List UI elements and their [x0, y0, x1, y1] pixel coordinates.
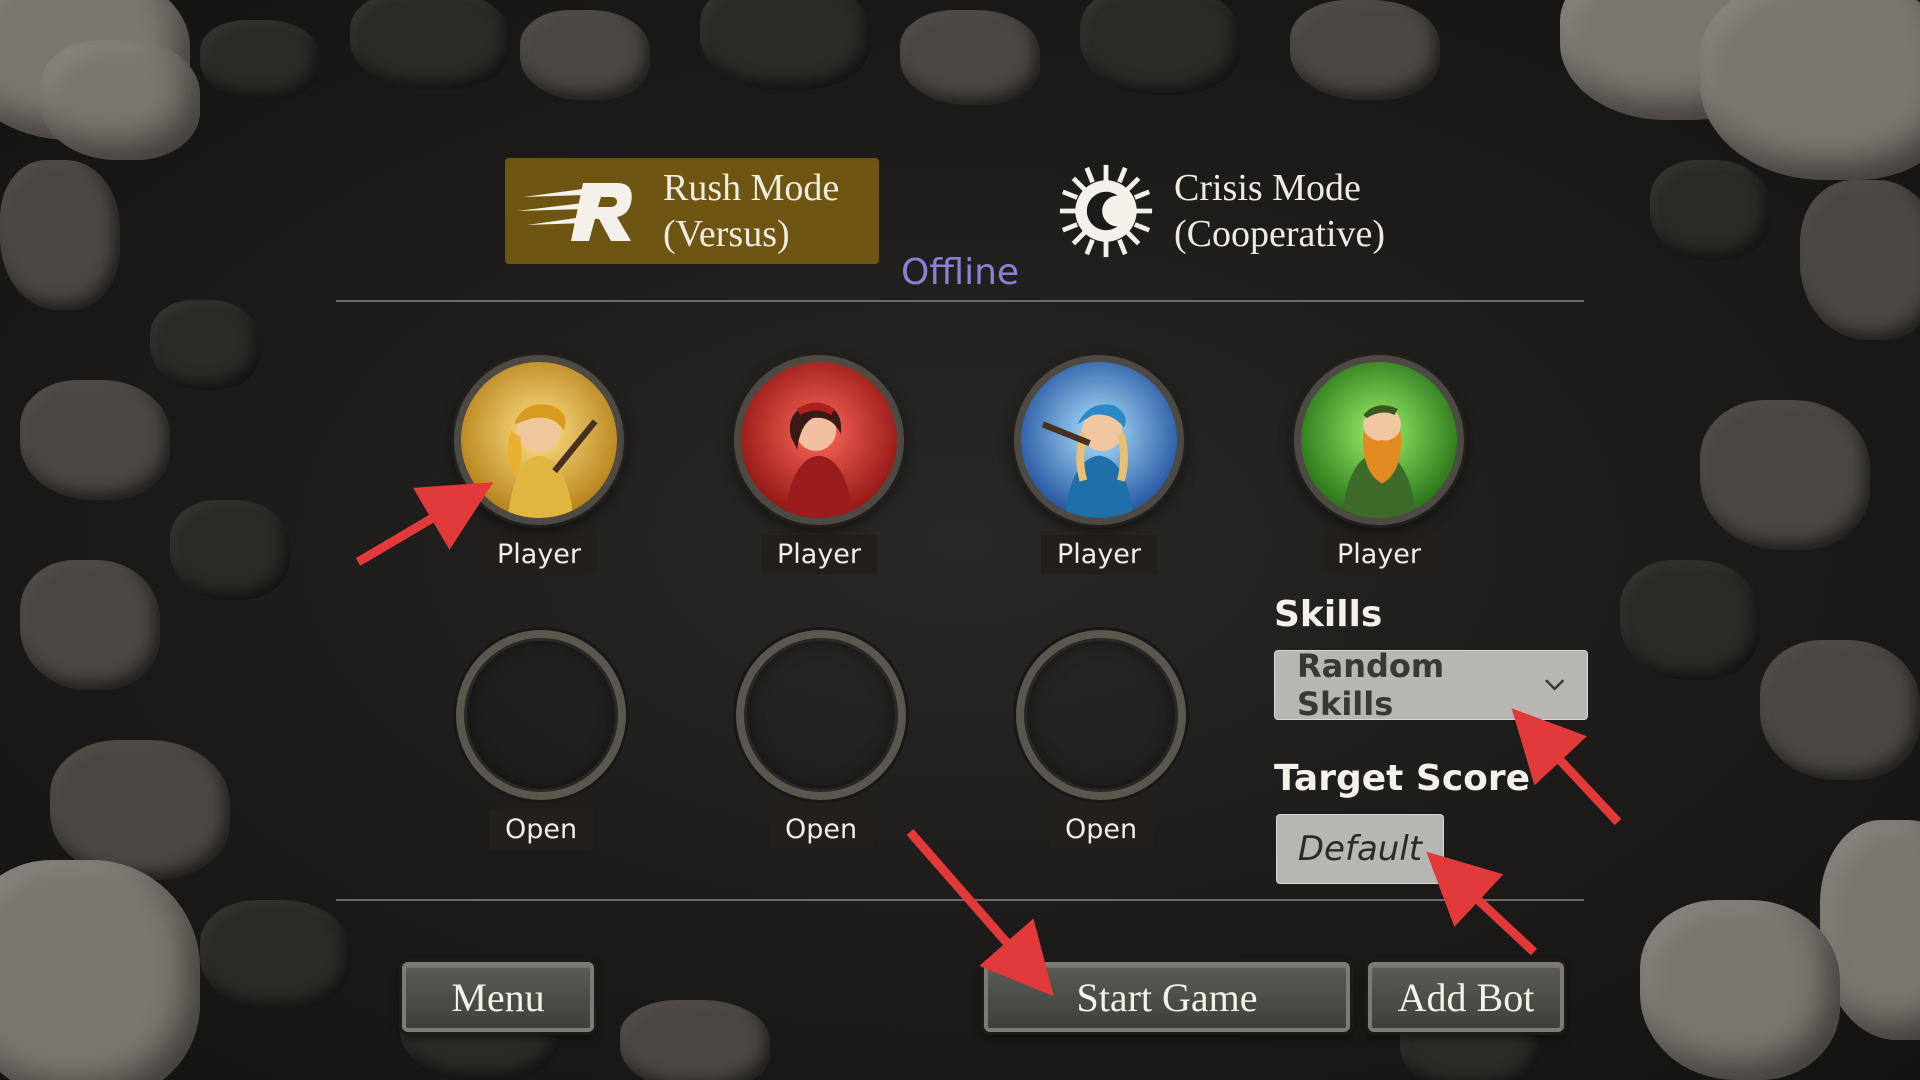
player-slot-3-label: Player [1040, 535, 1158, 574]
target-score-field[interactable]: Default [1276, 814, 1444, 884]
open-slot-3-label: Open [1048, 810, 1154, 849]
empty-slot-ring[interactable] [456, 630, 626, 800]
rush-mode-option[interactable]: Rush Mode (Versus) [505, 158, 879, 264]
skills-heading: Skills [1274, 594, 1383, 635]
player-slot-4[interactable]: Player [1289, 355, 1469, 574]
rush-mode-label: Rush Mode (Versus) [663, 167, 840, 255]
open-slot-1-label: Open [488, 810, 594, 849]
open-slot-2[interactable]: Open [731, 630, 911, 849]
open-slot-1[interactable]: Open [451, 630, 631, 849]
player-slot-1[interactable]: Player [449, 355, 629, 574]
player-slot-1-label: Player [480, 535, 598, 574]
add-bot-button[interactable]: Add Bot [1368, 962, 1564, 1032]
target-score-value: Default [1297, 829, 1423, 869]
menu-button[interactable]: Menu [402, 962, 594, 1032]
skills-dropdown-value: Random Skills [1297, 647, 1445, 723]
empty-slot-ring[interactable] [1016, 630, 1186, 800]
player-slot-4-label: Player [1320, 535, 1438, 574]
player-slot-2-label: Player [760, 535, 878, 574]
crisis-mode-label: Crisis Mode (Cooperative) [1174, 167, 1386, 255]
crisis-mode-icon [1059, 164, 1153, 258]
empty-slot-ring[interactable] [736, 630, 906, 800]
yellow-miner-avatar-icon [461, 362, 617, 518]
blue-miner-avatar-icon [1021, 362, 1177, 518]
start-game-button[interactable]: Start Game [984, 962, 1350, 1032]
bottom-divider [336, 899, 1584, 901]
player-portrait-red[interactable] [734, 355, 904, 525]
open-slot-2-label: Open [768, 810, 874, 849]
player-portrait-yellow[interactable] [454, 355, 624, 525]
rush-mode-icon [517, 183, 632, 241]
connection-status: Offline [900, 252, 1020, 293]
player-slot-3[interactable]: Player [1009, 355, 1189, 574]
player-slot-2[interactable]: Player [729, 355, 909, 574]
green-miner-avatar-icon [1301, 362, 1457, 518]
top-divider [336, 300, 1584, 302]
target-score-heading: Target Score [1274, 758, 1531, 799]
player-portrait-blue[interactable] [1014, 355, 1184, 525]
chevron-down-icon [1544, 679, 1564, 691]
open-slot-3[interactable]: Open [1011, 630, 1191, 849]
cave-rock-background [0, 0, 1920, 1080]
player-portrait-green[interactable] [1294, 355, 1464, 525]
red-miner-avatar-icon [741, 362, 897, 518]
crisis-mode-option[interactable]: Crisis Mode (Cooperative) [1050, 158, 1430, 264]
skills-dropdown[interactable]: Random Skills [1274, 647, 1588, 723]
